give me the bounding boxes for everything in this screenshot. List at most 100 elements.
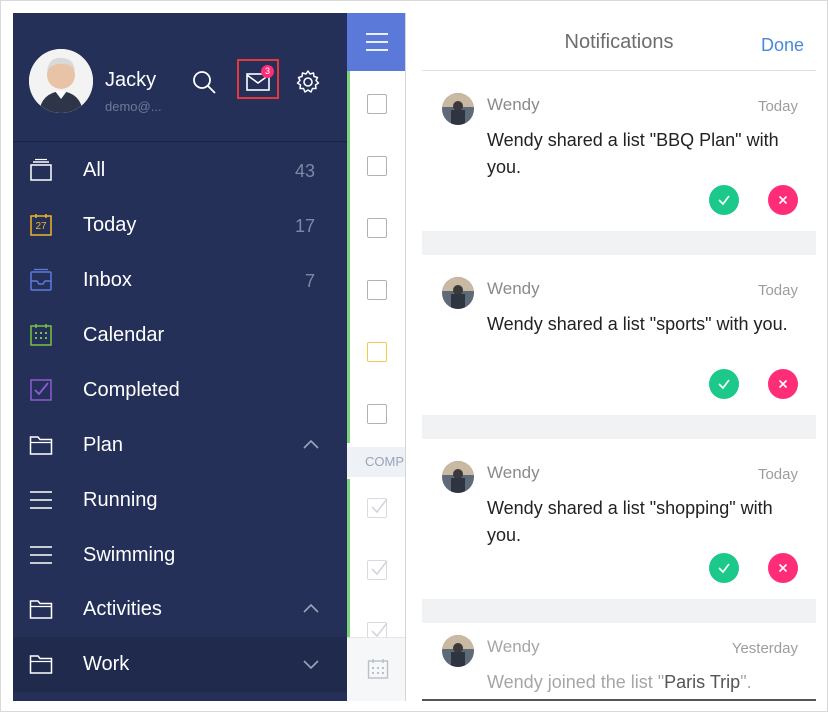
notifications-panel: Notifications Done Wendy Today Wendy sha… — [422, 13, 816, 701]
stack-icon — [29, 158, 53, 182]
close-icon — [778, 563, 788, 573]
notification-card: Wendy Today Wendy shared a list "BBQ Pla… — [422, 83, 816, 229]
close-icon — [778, 195, 788, 205]
card-separator — [422, 231, 816, 255]
notification-card: Wendy Today Wendy shared a list "sports"… — [422, 267, 816, 413]
notification-card: Wendy Yesterday Wendy joined the list "P… — [422, 625, 816, 701]
notification-sender: Wendy — [487, 95, 540, 114]
sidebar-item-plan[interactable]: Plan — [13, 418, 347, 473]
notification-sender: Wendy — [487, 637, 540, 656]
folder-icon — [29, 652, 53, 676]
task-checkbox-done[interactable] — [367, 560, 388, 580]
chevron-up-icon[interactable] — [301, 436, 321, 454]
chevron-down-icon[interactable] — [301, 655, 321, 673]
completed-section-header: COMP — [347, 447, 405, 477]
sidebar-item-today[interactable]: 27 Today 17 — [13, 198, 347, 253]
task-checkbox[interactable] — [367, 342, 387, 362]
sidebar-item-all[interactable]: All 43 — [13, 143, 347, 198]
check-icon — [718, 195, 730, 206]
notification-message: Wendy joined the list "Paris Trip". — [487, 669, 807, 696]
task-checkbox[interactable] — [367, 280, 387, 300]
avatar — [442, 93, 474, 125]
menu-icon[interactable] — [365, 31, 389, 53]
sidebar-item-label: Running — [83, 489, 158, 511]
page-title: Notifications — [564, 31, 674, 53]
sidebar-item-inbox[interactable]: Inbox 7 — [13, 253, 347, 308]
list-name-link[interactable]: Paris Trip — [664, 672, 740, 692]
notifications-mail-button[interactable]: 3 — [237, 59, 279, 99]
notifications-header: Notifications Done — [422, 13, 816, 71]
sidebar-item-label: Inbox — [83, 269, 132, 291]
sidebar-item-activities[interactable]: Activities — [13, 582, 347, 637]
list-color-bar — [347, 479, 350, 637]
notification-time: Today — [757, 98, 798, 115]
sidebar-item-count: 7 — [304, 271, 315, 291]
sidebar-item-label: Activities — [83, 598, 162, 620]
folder-icon — [29, 597, 53, 621]
notification-sender: Wendy — [487, 463, 540, 482]
avatar — [442, 277, 474, 309]
sidebar-item-running[interactable]: Running — [13, 473, 347, 528]
sidebar-item-label: Calendar — [83, 324, 165, 346]
checkbox-checked-icon — [29, 378, 53, 402]
task-checkbox[interactable] — [367, 94, 387, 114]
reject-button[interactable] — [768, 369, 798, 399]
message-suffix: ". — [740, 672, 752, 692]
list-icon — [29, 488, 53, 512]
chevron-up-icon[interactable] — [301, 600, 321, 618]
sidebar-item-calendar[interactable]: Calendar — [13, 308, 347, 363]
sidebar-item-count: 17 — [294, 216, 315, 236]
accept-button[interactable] — [709, 369, 739, 399]
card-separator — [422, 599, 816, 623]
profile-divider — [13, 141, 347, 142]
task-checkbox[interactable] — [367, 156, 387, 176]
calendar-grid-icon — [29, 323, 53, 347]
avatar — [442, 461, 474, 493]
done-button[interactable]: Done — [761, 35, 804, 56]
gear-icon[interactable] — [295, 69, 321, 95]
notification-message: Wendy shared a list "BBQ Plan" with you. — [487, 130, 779, 177]
task-checkbox[interactable] — [367, 404, 387, 424]
app-window: Jacky demo@... 3 All 43 27 Today 17 Inbo… — [0, 0, 828, 712]
strip-toolbar — [347, 13, 405, 71]
task-list-strip: COMP — [347, 13, 406, 701]
sidebar-item-completed[interactable]: Completed — [13, 363, 347, 418]
avatar[interactable] — [29, 49, 93, 113]
notification-message: Wendy shared a list "sports" with you. — [487, 314, 788, 334]
task-checkbox[interactable] — [367, 218, 387, 238]
list-color-bar — [347, 71, 350, 443]
inbox-icon — [29, 268, 53, 292]
message-prefix: Wendy joined the list " — [487, 672, 665, 692]
accept-button[interactable] — [709, 185, 739, 215]
profile-header: Jacky demo@... 3 — [13, 13, 347, 141]
check-icon — [718, 379, 730, 390]
notification-card: Wendy Today Wendy shared a list "shoppin… — [422, 451, 816, 597]
notification-time: Today — [757, 282, 798, 299]
sidebar-item-count: 43 — [294, 161, 315, 181]
sidebar-item-work[interactable]: Work — [13, 637, 347, 692]
avatar — [442, 635, 474, 667]
notification-time: Yesterday — [731, 640, 798, 657]
notification-message: Wendy shared a list "shopping" with you. — [487, 498, 773, 545]
calendar-icon[interactable] — [367, 658, 389, 680]
sidebar-item-label: Plan — [83, 434, 124, 456]
notification-sender: Wendy — [487, 279, 540, 298]
check-icon — [718, 563, 730, 574]
sidebar: Jacky demo@... 3 All 43 27 Today 17 Inbo… — [13, 13, 347, 701]
sidebar-item-label: Completed — [83, 379, 180, 401]
sidebar-item-label: Work — [83, 653, 130, 675]
user-name: Jacky — [105, 69, 157, 91]
calendar-day-icon: 27 — [29, 213, 53, 237]
reject-button[interactable] — [768, 553, 798, 583]
user-email: demo@... — [105, 99, 162, 114]
reject-button[interactable] — [768, 185, 798, 215]
folder-icon — [29, 433, 53, 457]
task-checkbox-done[interactable] — [367, 498, 388, 518]
close-icon — [778, 379, 788, 389]
strip-bottom-bar — [347, 637, 405, 701]
accept-button[interactable] — [709, 553, 739, 583]
mail-badge: 3 — [261, 65, 274, 78]
search-icon[interactable] — [191, 69, 217, 95]
sidebar-item-label: Today — [83, 214, 137, 236]
sidebar-item-swimming[interactable]: Swimming — [13, 528, 347, 583]
